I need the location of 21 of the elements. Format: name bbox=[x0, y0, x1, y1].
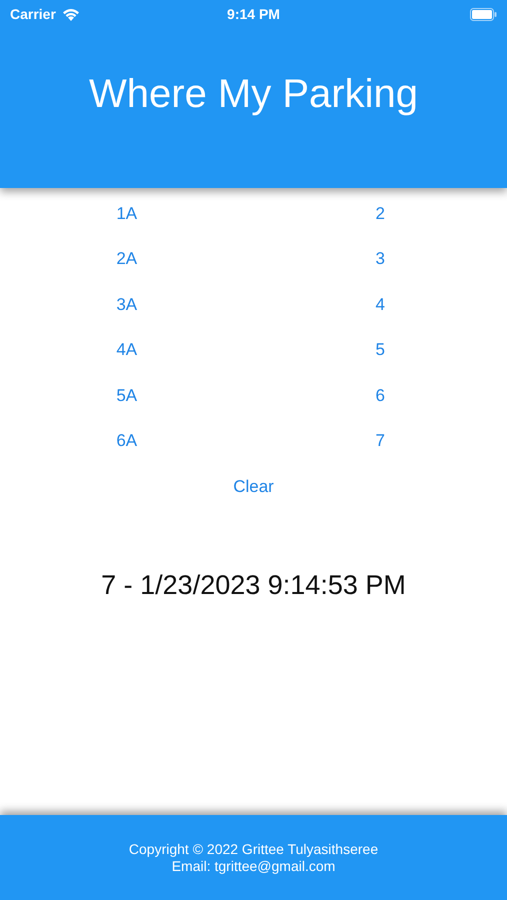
email-text: Email: tgrittee@gmail.com bbox=[172, 858, 336, 874]
spot-button[interactable]: 4A bbox=[110, 328, 144, 373]
battery-icon bbox=[470, 8, 497, 20]
spot-button[interactable]: 5A bbox=[110, 373, 144, 418]
app-title: Where My Parking bbox=[88, 72, 419, 117]
copyright-text: Copyright © 2022 Grittee Tulyasithseree bbox=[128, 840, 378, 858]
carrier-label: Carrier bbox=[10, 6, 56, 22]
spot-button[interactable]: 4 bbox=[370, 282, 391, 328]
spot-button[interactable]: 6 bbox=[370, 373, 391, 418]
clear-button[interactable]: Clear bbox=[227, 464, 280, 510]
spot-button[interactable]: 6A bbox=[110, 418, 144, 464]
parking-result: 7 - 1/23/2023 9:14:53 PM bbox=[100, 570, 407, 600]
spot-button[interactable]: 5 bbox=[370, 328, 391, 373]
spot-button[interactable]: 3A bbox=[110, 282, 144, 328]
spot-button[interactable]: 1A bbox=[110, 191, 144, 236]
wifi-icon bbox=[62, 8, 80, 20]
spot-button[interactable]: 2A bbox=[110, 236, 144, 282]
status-time: 9:14 PM bbox=[227, 6, 280, 22]
spot-button[interactable]: 2 bbox=[370, 191, 391, 236]
spot-button[interactable]: 7 bbox=[370, 418, 391, 464]
spot-button[interactable]: 3 bbox=[370, 236, 391, 282]
